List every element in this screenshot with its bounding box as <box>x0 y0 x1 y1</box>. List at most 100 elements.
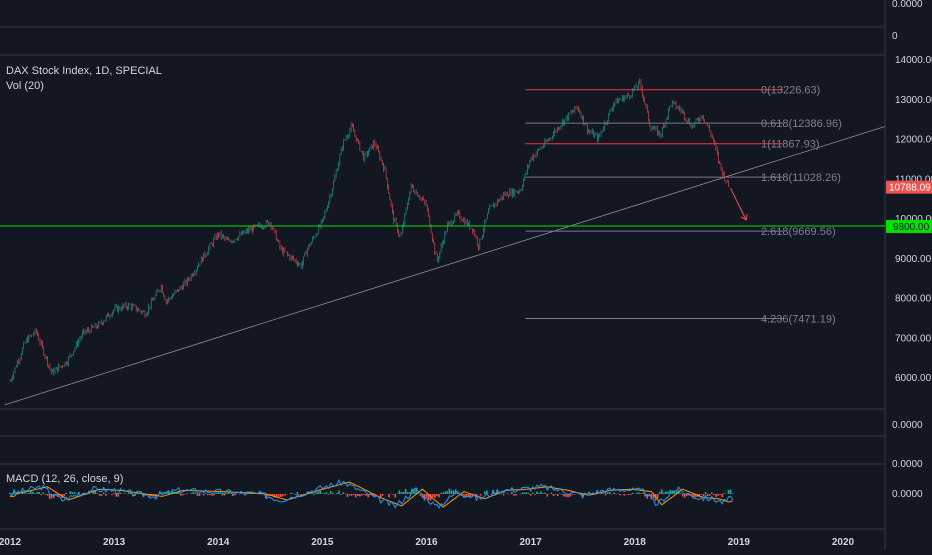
macd-bar <box>730 489 732 494</box>
fib-level-label: 4.236(7471.19) <box>761 314 836 326</box>
macd-bar <box>115 494 117 497</box>
macd-bar <box>26 493 28 494</box>
macd-bar <box>628 494 630 495</box>
macd-bar <box>65 493 67 494</box>
macd-bar <box>638 492 640 494</box>
macd-bar <box>715 494 717 497</box>
macd-bar <box>449 489 451 494</box>
macd-bar <box>276 494 278 496</box>
macd-bar <box>103 492 105 494</box>
y-tick-label: 8000.00 <box>895 294 932 305</box>
macd-bar <box>228 492 230 494</box>
macd-bar <box>419 494 421 496</box>
macd-bar <box>70 491 72 494</box>
macd-bar <box>444 491 446 494</box>
macd-bar <box>74 492 76 494</box>
macd-bar <box>403 492 405 494</box>
macd-bar <box>315 492 317 494</box>
macd-bar <box>438 494 440 497</box>
macd-bar <box>546 494 548 497</box>
macd-bar <box>721 494 723 497</box>
macd-bar <box>665 491 667 494</box>
macd-bar <box>544 493 546 494</box>
macd-bar <box>432 494 434 497</box>
macd-bar <box>434 494 436 498</box>
symbol-title[interactable]: DAX Stock Index, 1D, SPECIAL <box>6 65 162 77</box>
macd-bar <box>9 493 11 494</box>
fib-level-label: 2.618(9669.56) <box>761 226 836 238</box>
last-price-label: 10788.09 <box>889 183 931 194</box>
x-tick-label: 2013 <box>103 537 126 548</box>
chart-svg[interactable]: 0.000000.00000.00000.000014000.0013000.0… <box>0 0 932 550</box>
x-tick-label: 2016 <box>415 537 438 548</box>
macd-bar <box>101 494 103 496</box>
macd-bar <box>701 494 703 495</box>
macd-bar <box>705 492 707 494</box>
macd-bar <box>663 493 665 494</box>
macd-bar <box>97 493 99 494</box>
macd-bar <box>542 493 544 494</box>
macd-bar <box>559 493 561 494</box>
macd-bar <box>392 494 394 495</box>
macd-bar <box>99 494 101 496</box>
macd-bar <box>553 494 555 496</box>
macd-bar <box>340 494 342 495</box>
macd-bar <box>347 494 349 497</box>
macd-bar <box>190 493 192 494</box>
top-pane-tick: 0.0000 <box>892 0 923 10</box>
macd-bar <box>322 493 324 494</box>
macd-bar <box>501 493 503 494</box>
macd-bar <box>630 494 632 495</box>
macd-bar <box>551 493 553 494</box>
support-price-label: 9800.00 <box>893 222 930 233</box>
macd-bar <box>45 494 47 495</box>
top-pane-tick-2: 0 <box>892 31 898 42</box>
macd-bar <box>128 493 130 494</box>
macd-bar <box>40 494 42 495</box>
macd-bar <box>240 493 242 494</box>
macd-bar <box>24 493 26 494</box>
y-tick-label: 13000.00 <box>895 95 932 106</box>
macd-bar <box>642 493 644 494</box>
macd-bar <box>295 494 297 495</box>
fib-level-label: 0(13226.63) <box>761 85 820 97</box>
macd-bar <box>72 492 74 494</box>
macd-bar <box>282 494 284 496</box>
macd-bar <box>407 492 409 494</box>
macd-bar <box>723 493 725 494</box>
x-tick-label: 2019 <box>728 537 751 548</box>
fib-level-label: 0.618(12386.96) <box>761 118 842 130</box>
macd-bar <box>357 494 359 496</box>
macd-bar <box>28 493 30 494</box>
macd-bar <box>617 493 619 494</box>
macd-bar <box>32 492 34 494</box>
macd-bar <box>436 494 438 496</box>
chart-stage[interactable]: 0.000000.00000.00000.000014000.0013000.0… <box>0 0 932 550</box>
macd-bar <box>197 494 199 496</box>
projection-arrow <box>731 188 747 220</box>
macd-bar <box>317 491 319 494</box>
y-tick-label: 12000.00 <box>895 135 932 146</box>
macd-bar <box>359 494 361 496</box>
macd-bar <box>530 494 532 496</box>
macd-bar <box>38 492 40 494</box>
macd-bar <box>120 493 122 494</box>
macd-bar <box>613 492 615 494</box>
macd-bar <box>326 492 328 494</box>
macd-bar <box>538 493 540 494</box>
macd-bar <box>719 494 721 495</box>
macd-bar <box>353 494 355 495</box>
macd-bar <box>363 494 365 495</box>
macd-bar <box>226 493 228 494</box>
macd-bar <box>561 494 563 495</box>
macd-bar <box>401 492 403 494</box>
macd-bar <box>284 494 286 495</box>
macd-bar <box>76 493 78 494</box>
fib-level-label: 1.618(11028.26) <box>761 172 841 184</box>
macd-bar <box>63 494 65 496</box>
macd-bar <box>382 494 384 496</box>
macd-bar <box>182 494 184 495</box>
x-tick-label: 2015 <box>311 537 334 548</box>
macd-bar <box>211 494 213 496</box>
macd-bar <box>636 493 638 494</box>
